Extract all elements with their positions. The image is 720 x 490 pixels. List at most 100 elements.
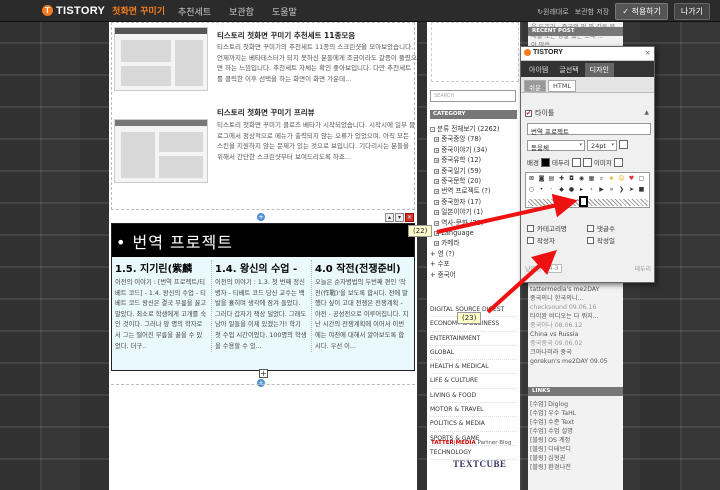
close-icon[interactable]: ×	[644, 50, 651, 57]
save-to-storage-link[interactable]: 보관함 저장	[575, 7, 609, 17]
tag-item[interactable]: POLITICS & MEDIA	[430, 417, 517, 432]
none-icon[interactable]: ⊠	[528, 175, 535, 182]
add-block-button[interactable]: +	[257, 213, 265, 221]
link-item[interactable]: [수업] 수업 설명	[530, 427, 622, 436]
link-item[interactable]: [블링] 심형권	[530, 454, 622, 463]
square-icon[interactable]: ■	[638, 186, 645, 193]
selected-icon-box[interactable]	[579, 196, 588, 207]
tag-item[interactable]: MOTOR & TRAVEL	[430, 403, 517, 418]
revert-link[interactable]: ↻원래대로	[537, 7, 569, 17]
category-item[interactable]: + 중국유학 (12)	[430, 155, 517, 165]
tag-item[interactable]: HEALTH & MEDICAL	[430, 360, 517, 375]
comment-count-checkbox[interactable]	[587, 224, 594, 232]
category-item[interactable]: + 중국일기 (59)	[430, 166, 517, 176]
category-post[interactable]: 1.5. 지기린(紫麟 이전의 이야기 : [번역 프로젝트/티베트 코드] -…	[112, 260, 212, 353]
chevron-icon[interactable]: ❯	[618, 186, 625, 193]
category-item[interactable]: + Language	[430, 228, 517, 238]
partner-blog-badge[interactable]: TATTER|MEDIA Partner Blog	[431, 440, 511, 446]
title-text-input[interactable]: 번역 프로젝트	[527, 123, 651, 136]
tag-item[interactable]: ENTERTAINMENT	[430, 332, 517, 346]
category-item[interactable]: + 중국문학 (20)	[430, 176, 517, 186]
recent-comment[interactable]: 중국어나 08.06.12	[530, 321, 622, 330]
category-item[interactable]: + 중국한자 (17)	[430, 197, 517, 207]
tab-item[interactable]: 아이템	[524, 63, 553, 77]
move-down-icon[interactable]: ▾	[395, 213, 404, 222]
post-title[interactable]: 티스토리 첫화면 꾸미기 프리뷰	[217, 107, 315, 118]
smile-icon[interactable]: ☺	[618, 175, 625, 182]
post-title[interactable]: 티스토리 첫화면 꾸미기 추천세트 11종모음	[217, 30, 355, 41]
category-item[interactable]: + 수포	[430, 259, 517, 269]
link-item[interactable]: [블링] OS 계정	[530, 436, 622, 445]
nav-storage[interactable]: 보관함	[229, 5, 254, 18]
panel-header[interactable]: TISTORY ×	[521, 47, 654, 61]
post-item[interactable]: 티스토리 첫화면 꾸미기 프리뷰 티스토리 첫화면 꾸미기 클로즈 베타가 시작…	[114, 107, 415, 185]
date-checkbox[interactable]	[587, 236, 594, 244]
subtab-easy[interactable]: 쉬운	[524, 80, 546, 92]
bold-toggle[interactable]	[619, 140, 628, 149]
play-icon[interactable]: ▶	[598, 186, 605, 193]
category-block-title[interactable]: • 번역 프로젝트	[112, 224, 414, 257]
category-item[interactable]: + 중국어	[430, 270, 517, 280]
exit-button[interactable]: 나가기	[673, 3, 710, 20]
bullet-icon[interactable]: ●	[568, 186, 575, 193]
plus-icon[interactable]: ✚	[558, 175, 565, 182]
category-post-title[interactable]: 4.0 작전(전쟁준비)	[315, 260, 409, 275]
small-dot-icon[interactable]: ·	[548, 186, 555, 193]
option-category-name[interactable]: 카테고리명	[527, 223, 567, 233]
dot-icon[interactable]: •	[538, 186, 545, 193]
category-item[interactable]: + 일본이야기 (1)	[430, 207, 517, 217]
search-icon[interactable]: ⌕	[598, 175, 605, 182]
collapse-arrow-icon[interactable]: ▲	[644, 109, 649, 116]
recent-comment[interactable]: 크아나미라 중국	[530, 348, 622, 357]
category-post-title[interactable]: 1.5. 지기린(紫麟	[115, 260, 208, 275]
title-section-toggle[interactable]: ✔ 타이틀	[525, 108, 554, 118]
link-item[interactable]: [수업] 우수 TaHL	[530, 409, 622, 418]
box-icon[interactable]: ▢	[638, 175, 645, 182]
lock-icon[interactable]: ◘	[568, 175, 575, 182]
author-checkbox[interactable]	[527, 236, 534, 244]
tag-item[interactable]: LIFE & CULTURE	[430, 374, 517, 389]
category-item[interactable]: + 번역 프로젝트 (?)	[430, 186, 517, 196]
bg-color-swatch[interactable]	[540, 157, 550, 167]
post-thumbnail[interactable]	[114, 27, 208, 91]
camera-icon[interactable]: ◙	[538, 175, 545, 182]
link-item[interactable]: [블링] 환경나전	[530, 463, 622, 472]
category-item[interactable]: + 중국중앙 (78)	[430, 134, 517, 144]
apply-button[interactable]: ✓ 적용하기	[615, 3, 668, 20]
doc-icon[interactable]: ▦	[588, 175, 595, 182]
bulb-icon[interactable]: ◉	[578, 175, 585, 182]
pointer-icon[interactable]: ➤	[628, 186, 635, 193]
post-list-block[interactable]: 티스토리 첫화면 꾸미기 추천세트 11종모음 티스토리 첫화면 꾸미기의 추천…	[111, 22, 417, 210]
diamond-icon[interactable]: ◆	[558, 186, 565, 193]
post-thumbnail[interactable]	[114, 119, 208, 183]
subtab-html[interactable]: HTML	[547, 80, 577, 92]
border-style-swatch[interactable]	[582, 157, 592, 167]
tab-design[interactable]: 디자인	[584, 63, 614, 77]
category-item[interactable]: - 분류 전체보기 (2262)	[430, 124, 517, 134]
close-icon[interactable]: ×	[405, 213, 414, 222]
category-item[interactable]: + 카메라	[430, 238, 517, 248]
triangle-icon[interactable]: ▸	[578, 186, 585, 193]
heart-icon[interactable]: ♥	[628, 175, 635, 182]
add-item-button[interactable]: +	[259, 369, 268, 378]
tab-post-select[interactable]: 글선택	[554, 63, 583, 77]
category-item[interactable]: + 중국이야기 (34)	[430, 145, 517, 155]
category-name-checkbox[interactable]	[527, 224, 534, 232]
date-format-select[interactable]: 4-3	[544, 263, 563, 273]
pattern-strip[interactable]	[528, 199, 648, 206]
recent-comment[interactable]: 중국중국 09.06.02	[530, 339, 622, 348]
category-post[interactable]: 1.4. 왕신의 수업 - 이전의 이야기 : 1.3. 첫 번째 정신병자 -…	[212, 260, 312, 353]
textcube-logo[interactable]: TEXTCUBE	[453, 459, 507, 469]
recent-comment[interactable]: gorekun's me2DAY 09.05	[530, 357, 622, 366]
search-input[interactable]: SEARCH	[430, 90, 516, 102]
recent-comment[interactable]: 중국의니 한국의니...	[530, 294, 622, 303]
recent-comment[interactable]: tattermedia's me2DAY	[530, 285, 622, 294]
category-block-selected[interactable]: ▴ ▾ × • 번역 프로젝트 1.5. 지기린(紫麟 이전의 이야기 : [번…	[111, 213, 415, 378]
option-author[interactable]: 작성자	[527, 235, 555, 245]
category-item[interactable]: + 역사-문화 (73)	[430, 218, 517, 228]
design-panel[interactable]: TISTORY × 아이템 글선택 디자인 쉬운 HTML ✔ 타이틀 ▲ 번역…	[520, 46, 655, 283]
nav-help[interactable]: 도움말	[272, 5, 297, 18]
star-icon[interactable]: ★	[608, 175, 615, 182]
tag-item[interactable]: LIVING & FOOD	[430, 389, 517, 404]
post-item[interactable]: 티스토리 첫화면 꾸미기 추천세트 11종모음 티스토리 첫화면 꾸미기의 추천…	[114, 25, 417, 103]
